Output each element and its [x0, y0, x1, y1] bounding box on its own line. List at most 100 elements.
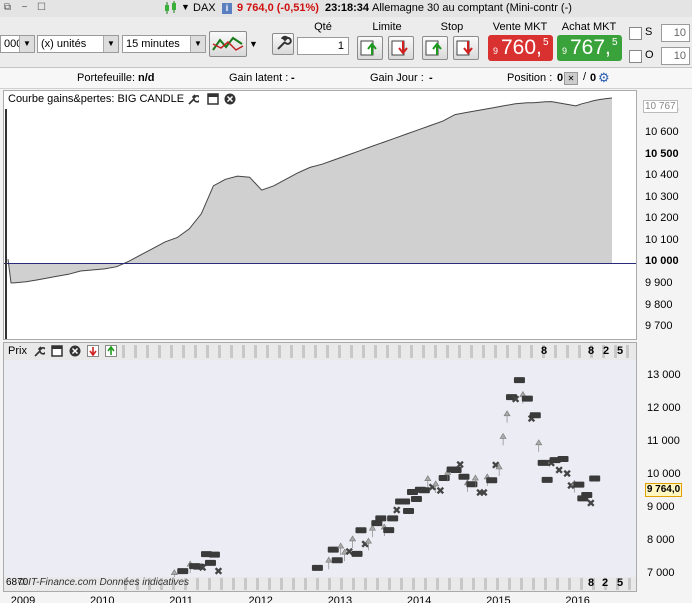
portfolio-label: Portefeuille:	[77, 72, 136, 84]
candle-marker	[327, 546, 339, 553]
price-chart: ✖ ✖✖✖✖✖✖✖✖✖✖✖✖✖✖✖✖✖	[4, 360, 636, 578]
candle-marker	[521, 395, 533, 402]
quantity-select[interactable]: 000 ▼	[0, 35, 35, 53]
equity-tick-label: 10 100	[645, 233, 679, 246]
buy-stop-button[interactable]	[422, 36, 448, 60]
maximize-icon[interactable]: ☐	[36, 2, 47, 13]
candle-marker	[589, 475, 601, 482]
year-tick-label: 2013	[327, 595, 353, 603]
equity-tick-label: 10 400	[645, 169, 679, 182]
bottom-strip-pattern	[124, 578, 636, 590]
chart-type-button[interactable]	[209, 31, 247, 57]
buy-limit-button[interactable]	[357, 36, 383, 60]
candle-marker	[438, 474, 450, 481]
price-tick-label: 13 000	[647, 368, 681, 381]
equity-tick-label: 10 600	[645, 126, 679, 138]
price-tick-label: 9 000	[647, 500, 675, 513]
candle-marker	[383, 527, 395, 534]
candle-marker	[355, 527, 367, 534]
instrument-name[interactable]: DAX	[193, 2, 216, 14]
settings-wrench-button[interactable]	[272, 33, 294, 55]
timeframe-select[interactable]: 15 minutes ▼	[122, 35, 206, 53]
sell-price-main: 760,	[501, 36, 542, 59]
minimize-icon[interactable]: −	[19, 2, 30, 13]
data-watermark: © IT-Finance.com Données indicatives	[18, 577, 189, 588]
chart-type-dropdown-icon[interactable]: ▼	[249, 39, 258, 49]
sell-arrow-icon[interactable]	[87, 345, 99, 357]
cross-marker: ✖	[479, 487, 488, 500]
cross-marker: ✖	[436, 485, 445, 498]
sell-market-label: Vente MKT	[492, 21, 548, 33]
position-value-1: 0	[557, 72, 564, 84]
s-checkbox[interactable]	[629, 27, 642, 40]
year-tick-label: 2016	[565, 595, 590, 603]
sell-limit-button[interactable]	[388, 36, 414, 60]
equity-curve-panel: Courbe gains&pertes: BIG CANDLE	[3, 90, 637, 340]
candle-marker	[529, 412, 541, 419]
equity-last-value: 10 767	[643, 100, 678, 113]
candle-marker	[541, 476, 553, 483]
current-price-label: 9 764,0	[645, 483, 682, 497]
instrument-description: Allemagne 30 au comptant (Mini-contr (-)	[372, 2, 572, 14]
cross-marker: ✖	[392, 504, 401, 517]
cross-marker: ✖	[456, 458, 465, 471]
title-bar: ⧉ − ☐ ▼ DAX i 9 764,0 (-0,51%) 23:18:34 …	[0, 0, 692, 18]
units-select[interactable]: (x) unités ▼	[37, 35, 119, 53]
price-top-strip	[122, 345, 636, 358]
top-strip-digit: 8	[588, 345, 595, 357]
portfolio-value: n/d	[138, 72, 155, 84]
o-value-input[interactable]: 10	[661, 47, 690, 65]
gear-icon[interactable]: ⚙	[598, 70, 610, 86]
cross-marker: ✖	[586, 497, 595, 510]
bottom-strip-digit: 5	[617, 577, 624, 589]
year-tick-label: 2015	[486, 595, 511, 603]
candle-marker	[557, 455, 569, 462]
latent-gain-label: Gain latent :	[229, 72, 289, 84]
price-tick-label: 11 000	[647, 434, 680, 447]
sell-stop-icon	[456, 40, 473, 56]
o-checkbox[interactable]	[629, 50, 642, 63]
instrument-dropdown-icon[interactable]: ▼	[181, 2, 190, 12]
buy-limit-icon	[360, 40, 377, 56]
price-change: 9 764,0 (-0,51%)	[237, 2, 319, 14]
account-info-bar: Portefeuille: n/d Gain latent : - Gain J…	[0, 68, 692, 89]
equity-area	[8, 98, 612, 283]
s-value-input[interactable]: 10	[661, 24, 690, 42]
info-icon[interactable]: i	[222, 3, 232, 14]
candle-marker	[403, 507, 415, 514]
bottom-strip-digit: 2	[602, 577, 609, 589]
day-gain-label: Gain Jour :	[370, 72, 424, 84]
chevron-down-icon: ▼	[103, 36, 118, 52]
top-strip-digit: 5	[617, 345, 624, 357]
equity-tick-label: 10 000	[645, 255, 679, 268]
top-strip-digit: 8	[541, 345, 548, 357]
candle-marker	[573, 481, 585, 488]
close-icon[interactable]	[69, 345, 81, 357]
wrench-icon[interactable]	[33, 345, 45, 357]
qty-input[interactable]: 1	[297, 37, 349, 55]
equity-tick-label: 10 200	[645, 212, 679, 225]
year-tick-label: 2012	[248, 595, 273, 603]
wrench-icon	[277, 35, 292, 50]
year-tick-label: 2011	[169, 595, 193, 603]
o-label: O	[645, 49, 654, 61]
equity-tick-label: 10 300	[645, 190, 679, 203]
buy-price-main: 767,	[570, 36, 611, 59]
candle-marker	[375, 515, 387, 522]
day-gain-value: -	[429, 72, 433, 84]
price-background	[4, 360, 636, 578]
buy-arrow-icon[interactable]	[105, 345, 117, 357]
candle-marker	[513, 377, 525, 384]
close-position-icon[interactable]: ✕	[564, 72, 578, 85]
limit-label: Limite	[372, 21, 402, 33]
window-icon[interactable]	[51, 345, 63, 357]
price-tick-label: 12 000	[647, 401, 681, 414]
equity-tick-label: 10 500	[645, 147, 679, 160]
latent-gain-value: -	[291, 72, 295, 84]
buy-market-button[interactable]: 9 767, 5	[557, 35, 622, 61]
restore-icon[interactable]: ⧉	[2, 2, 13, 13]
sell-stop-button[interactable]	[453, 36, 479, 60]
sell-market-button[interactable]: 9 760, 5	[488, 35, 553, 61]
buy-stop-icon	[425, 40, 442, 56]
year-tick-label: 2010	[90, 595, 115, 603]
